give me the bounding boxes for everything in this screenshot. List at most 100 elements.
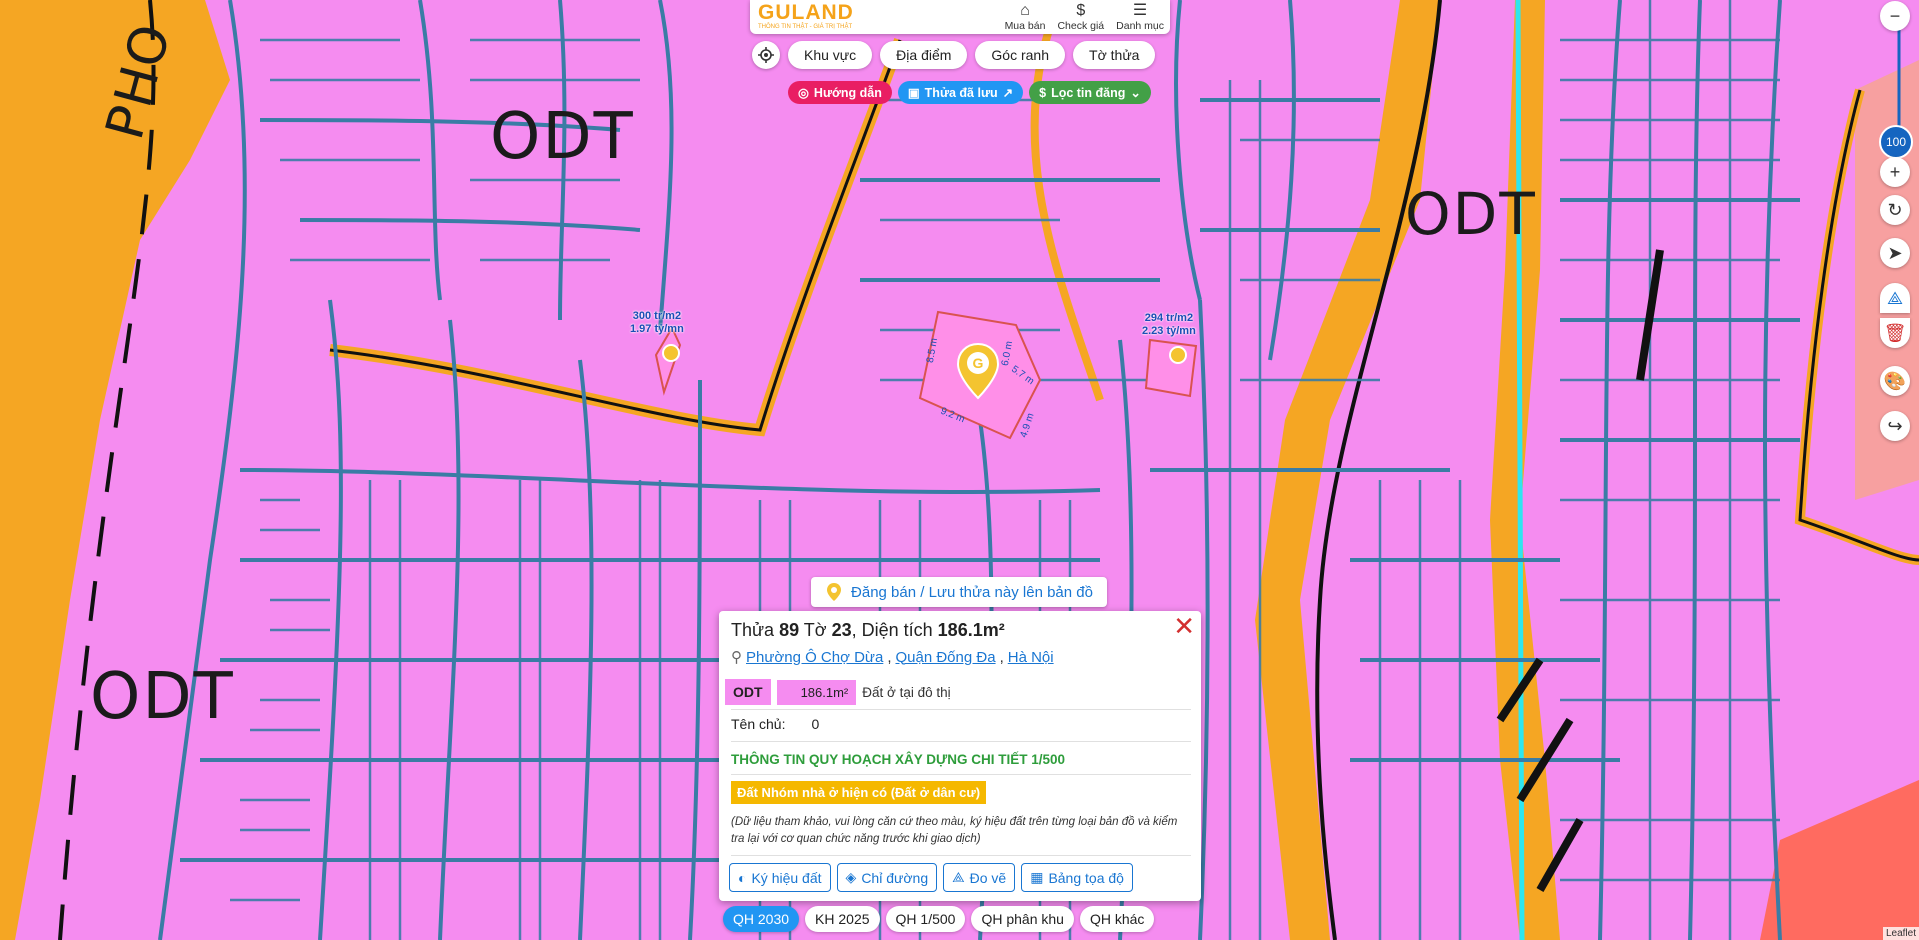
navigation-arrow-icon: ➤: [1887, 242, 1903, 263]
tag-label: Lọc tin đăng: [1051, 85, 1126, 100]
nav-label: Check giá: [1057, 20, 1105, 32]
nav-danh-muc[interactable]: ☰ Danh mục: [1110, 2, 1170, 32]
ward-link[interactable]: Phường Ô Chợ Dừa: [746, 649, 883, 666]
zoom-in-button[interactable]: +: [1880, 157, 1910, 187]
plan-zone-tag: Đất Nhóm nhà ở hiện có (Đất ở dân cư): [731, 781, 987, 804]
divider: [731, 741, 1191, 742]
parcel-area: 186.1m²: [937, 620, 1005, 640]
dollar-icon: $: [1039, 85, 1047, 100]
filter-listings-button[interactable]: $ Lọc tin đăng ⌄: [1029, 81, 1151, 104]
price-marker[interactable]: 294 tr/m2 2.23 tỷ/mn: [1142, 312, 1196, 338]
price-per-mn: 1.97 tỷ/mn: [630, 323, 684, 335]
saved-parcels-button[interactable]: ▣ Thửa đã lưu ↗: [897, 81, 1024, 104]
divider: [731, 774, 1191, 775]
filter-khu-vuc[interactable]: Khu vực: [788, 41, 873, 69]
share-icon: ↪: [1887, 415, 1903, 436]
zoom-level-badge[interactable]: 100: [1879, 125, 1913, 159]
target-icon: ◎: [798, 86, 809, 100]
measure-button[interactable]: ⟁: [1880, 283, 1910, 313]
header-nav: ⌂ Mua bán $ Check giá ☰ Danh mục: [999, 2, 1170, 32]
compass-draw-icon: ⟁: [1886, 287, 1904, 308]
palette-icon: ◐: [738, 869, 747, 886]
post-button-label: Đăng bán / Lưu thửa này lên bản đồ: [851, 583, 1093, 601]
nav-check-gia[interactable]: $ Check giá: [1051, 2, 1110, 32]
directions-button[interactable]: ◈ Chỉ đường: [836, 863, 938, 892]
menu-icon: ☰: [1132, 2, 1148, 19]
tab-qh-1-500[interactable]: QH 1/500: [885, 906, 966, 932]
plus-icon: +: [1889, 161, 1901, 182]
title-text: Thửa: [731, 620, 780, 640]
tag-label: Hướng dẫn: [813, 85, 882, 100]
tab-qh-phan-khu[interactable]: QH phân khu: [971, 906, 1074, 932]
palette-icon: 🎨: [1883, 370, 1907, 391]
logo[interactable]: GULAND THÔNG TIN THẬT - GIÁ TRỊ THẬT: [758, 1, 854, 31]
owner-value: 0: [811, 716, 820, 732]
price-marker[interactable]: 300 tr/m2 1.97 tỷ/mn: [630, 310, 684, 336]
tag-row: ◎ Hướng dẫn ▣ Thửa đã lưu ↗ $ Lọc tin đă…: [788, 81, 1151, 104]
close-icon[interactable]: ✕: [1173, 613, 1195, 639]
map-attribution[interactable]: Leaflet: [1882, 927, 1919, 940]
price-per-m2: 300 tr/m2: [632, 310, 682, 322]
minus-icon: −: [1889, 5, 1901, 26]
nav-label: Danh mục: [1116, 20, 1164, 32]
dollar-icon: $: [1076, 2, 1086, 19]
card-actions: ◐ Ký hiệu đất ◈ Chỉ đường ⟁ Đo vẽ ▦ Bảng tọa…: [729, 863, 1133, 892]
land-area: 186.1m²: [776, 679, 857, 705]
locate-button[interactable]: [752, 41, 780, 69]
logo-text: GULAND: [758, 1, 854, 24]
disclaimer-note: (Dữ liệu tham khảo, vui lòng căn cứ theo…: [731, 816, 1178, 845]
compass-draw-icon: ⟁: [952, 869, 965, 885]
delete-drawing-button[interactable]: 🗑: [1880, 318, 1910, 348]
directions-icon: ◈: [845, 869, 857, 885]
tag-label: Thửa đã lưu: [924, 85, 998, 100]
zone-label: ODT: [490, 100, 635, 174]
price-per-m2: 294 tr/m2: [1144, 312, 1194, 324]
owner-label: Tên chủ:: [731, 716, 786, 732]
nav-label: Mua bán: [1004, 20, 1046, 32]
tab-qh-khac[interactable]: QH khác: [1079, 906, 1155, 932]
coordinate-table-button[interactable]: ▦ Bảng tọa độ: [1021, 863, 1133, 892]
nav-mua-ban[interactable]: ⌂ Mua bán: [999, 2, 1052, 32]
trash-icon: 🗑: [1883, 322, 1907, 343]
layer-color-button[interactable]: 🎨: [1880, 366, 1910, 396]
refresh-icon: ↻: [1887, 199, 1903, 220]
tab-qh-2030[interactable]: QH 2030: [723, 906, 800, 932]
button-label: Đo vẽ: [969, 869, 1007, 886]
measure-draw-button[interactable]: ⟁ Đo vẽ: [943, 863, 1016, 892]
filter-to-thua[interactable]: Tờ thửa: [1073, 41, 1156, 69]
filter-goc-ranh[interactable]: Góc ranh: [975, 41, 1066, 69]
title-text: Tờ: [799, 620, 832, 640]
city-link[interactable]: Hà Nội: [1008, 649, 1054, 666]
filter-dia-diem[interactable]: Địa điểm: [880, 41, 968, 69]
parcel-address: ⚲ Phường Ô Chợ Dừa, Quận Đống Đa, Hà Nội: [731, 648, 1054, 667]
sheet-number: 23: [831, 620, 852, 640]
tab-kh-2025[interactable]: KH 2025: [805, 906, 880, 932]
location-pin-icon[interactable]: G: [955, 342, 1001, 400]
price-dot[interactable]: [1169, 346, 1187, 364]
navigate-button[interactable]: ➤: [1880, 238, 1910, 268]
share-button[interactable]: ↪: [1880, 411, 1910, 441]
table-icon: ▦: [1030, 869, 1044, 885]
plan-layer-tabs: QH 2030 KH 2025 QH 1/500 QH phân khu QH …: [723, 906, 1155, 932]
zone-label: ODT: [90, 660, 235, 734]
refresh-button[interactable]: ↻: [1880, 195, 1910, 225]
zoom-out-button[interactable]: −: [1880, 1, 1910, 31]
crosshair-icon: [758, 47, 774, 63]
house-icon: ⌂: [1020, 2, 1030, 19]
button-label: Ký hiệu đất: [751, 869, 822, 886]
external-link-icon: ↗: [1002, 86, 1014, 100]
price-dot[interactable]: [662, 344, 680, 362]
button-label: Bảng tọa độ: [1048, 869, 1124, 886]
post-parcel-button[interactable]: Đăng bán / Lưu thửa này lên bản đồ: [811, 577, 1107, 607]
top-header: GULAND THÔNG TIN THẬT - GIÁ TRỊ THẬT ⌂ M…: [750, 0, 1170, 34]
land-type-code: ODT: [725, 679, 771, 705]
plan-info-title: THÔNG TIN QUY HOẠCH XÂY DỰNG CHI TIẾT 1/…: [731, 752, 1065, 767]
legend-button[interactable]: ◐ Ký hiệu đất: [729, 863, 831, 892]
guide-button[interactable]: ◎ Hướng dẫn: [788, 81, 892, 104]
land-type-desc: Đất ở tại đô thị: [862, 684, 951, 700]
owner-row: Tên chủ: 0: [731, 716, 819, 732]
bookmark-icon: ▣: [907, 86, 920, 100]
district-link[interactable]: Quận Đống Đa: [895, 649, 995, 666]
filter-row: Khu vực Địa điểm Góc ranh Tờ thửa: [752, 41, 1156, 69]
parcel-title: Thửa 89 Tờ 23, Diện tích 186.1m²: [731, 620, 1005, 641]
